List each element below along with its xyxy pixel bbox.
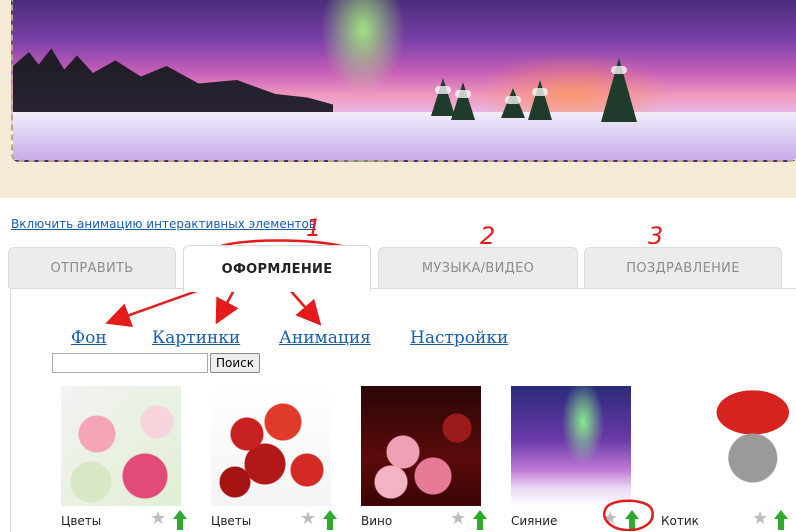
gallery-thumb-wine[interactable]: [361, 386, 481, 506]
gallery-label: Вино: [361, 514, 393, 528]
gallery-label: Цветы: [211, 514, 252, 528]
star-icon[interactable]: ★: [150, 510, 168, 528]
gallery-label: Котик: [661, 514, 699, 528]
header-frame: [0, 0, 796, 198]
banner-tree: [501, 88, 525, 118]
tab-send[interactable]: ОТПРАВИТЬ: [8, 247, 176, 288]
tab-music-video[interactable]: МУЗЫКА/ВИДЕО: [378, 247, 578, 288]
upvote-arrow-icon[interactable]: [323, 510, 337, 530]
star-icon[interactable]: ★: [450, 510, 468, 528]
search-button[interactable]: Поиск: [210, 353, 260, 373]
subnav-pictures[interactable]: Картинки: [152, 328, 240, 348]
gallery-label: Цветы: [61, 514, 102, 528]
banner-tree: [451, 82, 475, 120]
tab-greeting[interactable]: ПОЗДРАВЛЕНИЕ: [584, 247, 782, 288]
subnav-settings[interactable]: Настройки: [410, 328, 508, 348]
header-banner-image: [11, 0, 796, 162]
upvote-arrow-icon[interactable]: [473, 510, 487, 530]
gallery-thumb-flowers-2[interactable]: [211, 386, 331, 506]
upvote-arrow-icon[interactable]: [173, 510, 187, 530]
upvote-arrow-icon[interactable]: [774, 510, 788, 530]
banner-tree: [601, 58, 637, 122]
banner-forest: [13, 48, 333, 115]
star-icon[interactable]: ★: [752, 510, 770, 528]
main-tabs: ОТПРАВИТЬ ОФОРМЛЕНИЕ МУЗЫКА/ВИДЕО ПОЗДРА…: [0, 245, 796, 292]
banner-snow: [13, 112, 796, 160]
enable-animation-link[interactable]: Включить анимацию интерактивных элементо…: [11, 217, 316, 231]
subnav-background[interactable]: Фон: [71, 328, 107, 348]
star-icon[interactable]: ★: [300, 510, 318, 528]
gallery-thumb-kitten[interactable]: [700, 386, 796, 506]
upvote-arrow-icon[interactable]: [625, 510, 639, 530]
banner-tree: [528, 80, 552, 120]
star-icon[interactable]: ★: [602, 510, 620, 528]
gallery-thumb-aurora[interactable]: [511, 386, 631, 506]
tab-design[interactable]: ОФОРМЛЕНИЕ: [183, 245, 371, 292]
subnav-animation[interactable]: Анимация: [279, 328, 371, 348]
gallery-label: Сияние: [511, 514, 558, 528]
gallery-thumb-flowers-1[interactable]: [61, 386, 181, 506]
search-input[interactable]: [52, 353, 208, 373]
